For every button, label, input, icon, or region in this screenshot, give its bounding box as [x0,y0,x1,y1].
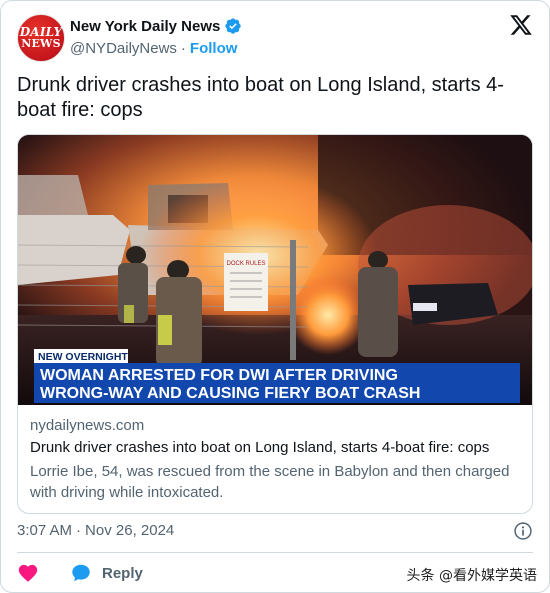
link-preview-card[interactable]: DOCK RULES NEW OVERNIGHT WOMAN ARRESTED … [17,134,533,514]
timestamp-time: 3:07 AM [17,522,73,539]
avatar-line2: NEWS [21,37,61,50]
timestamp-separator: · [76,522,82,539]
dock-sign-text: DOCK RULES [226,261,265,267]
watermark: 头条 @看外媒学英语 [407,565,537,585]
display-name-row: New York Daily News [70,17,242,35]
banner-tag: NEW OVERNIGHT [38,351,128,363]
article-image[interactable]: DOCK RULES NEW OVERNIGHT WOMAN ARRESTED … [18,135,532,405]
display-name[interactable]: New York Daily News [70,18,220,35]
verified-badge-icon [225,18,242,34]
reply-button[interactable]: Reply [70,562,143,584]
link-meta: nydailynews.com Drunk driver crashes int… [30,417,520,503]
follow-button[interactable]: Follow [190,40,238,57]
reply-label: Reply [102,564,143,582]
banner-line1: WOMAN ARRESTED FOR DWI AFTER DRIVING [40,367,398,384]
reply-bubble-icon [72,564,90,582]
divider [17,552,533,553]
like-heart-icon[interactable] [17,562,39,584]
tweet-timestamp[interactable]: 3:07 AM · Nov 26, 2024 [17,522,174,539]
handle[interactable]: @NYDailyNews [70,40,177,57]
tweet-header: DAILY NEWS New York Daily News @NYDailyN… [17,13,533,62]
handle-separator: · [180,40,186,57]
banner-line2: WRONG-WAY AND CAUSING FIERY BOAT CRASH [40,385,420,402]
tweet-text: Drunk driver crashes into boat on Long I… [17,74,504,121]
link-description: Lorrie Ibe, 54, was rescued from the sce… [30,463,510,501]
link-domain: nydailynews.com [30,417,145,434]
x-logo-icon[interactable] [509,13,533,37]
fire-scene-illustration: DOCK RULES NEW OVERNIGHT WOMAN ARRESTED … [18,135,532,405]
timestamp-date: Nov 26, 2024 [85,522,175,539]
info-icon[interactable] [513,521,533,541]
handle-row: @NYDailyNews · Follow [70,40,237,57]
link-title[interactable]: Drunk driver crashes into boat on Long I… [30,439,520,459]
tweet-embed-card: DAILY NEWS New York Daily News @NYDailyN… [0,0,550,593]
avatar[interactable]: DAILY NEWS [17,14,65,62]
watermark-text: 头条 @看外媒学英语 [406,568,537,584]
